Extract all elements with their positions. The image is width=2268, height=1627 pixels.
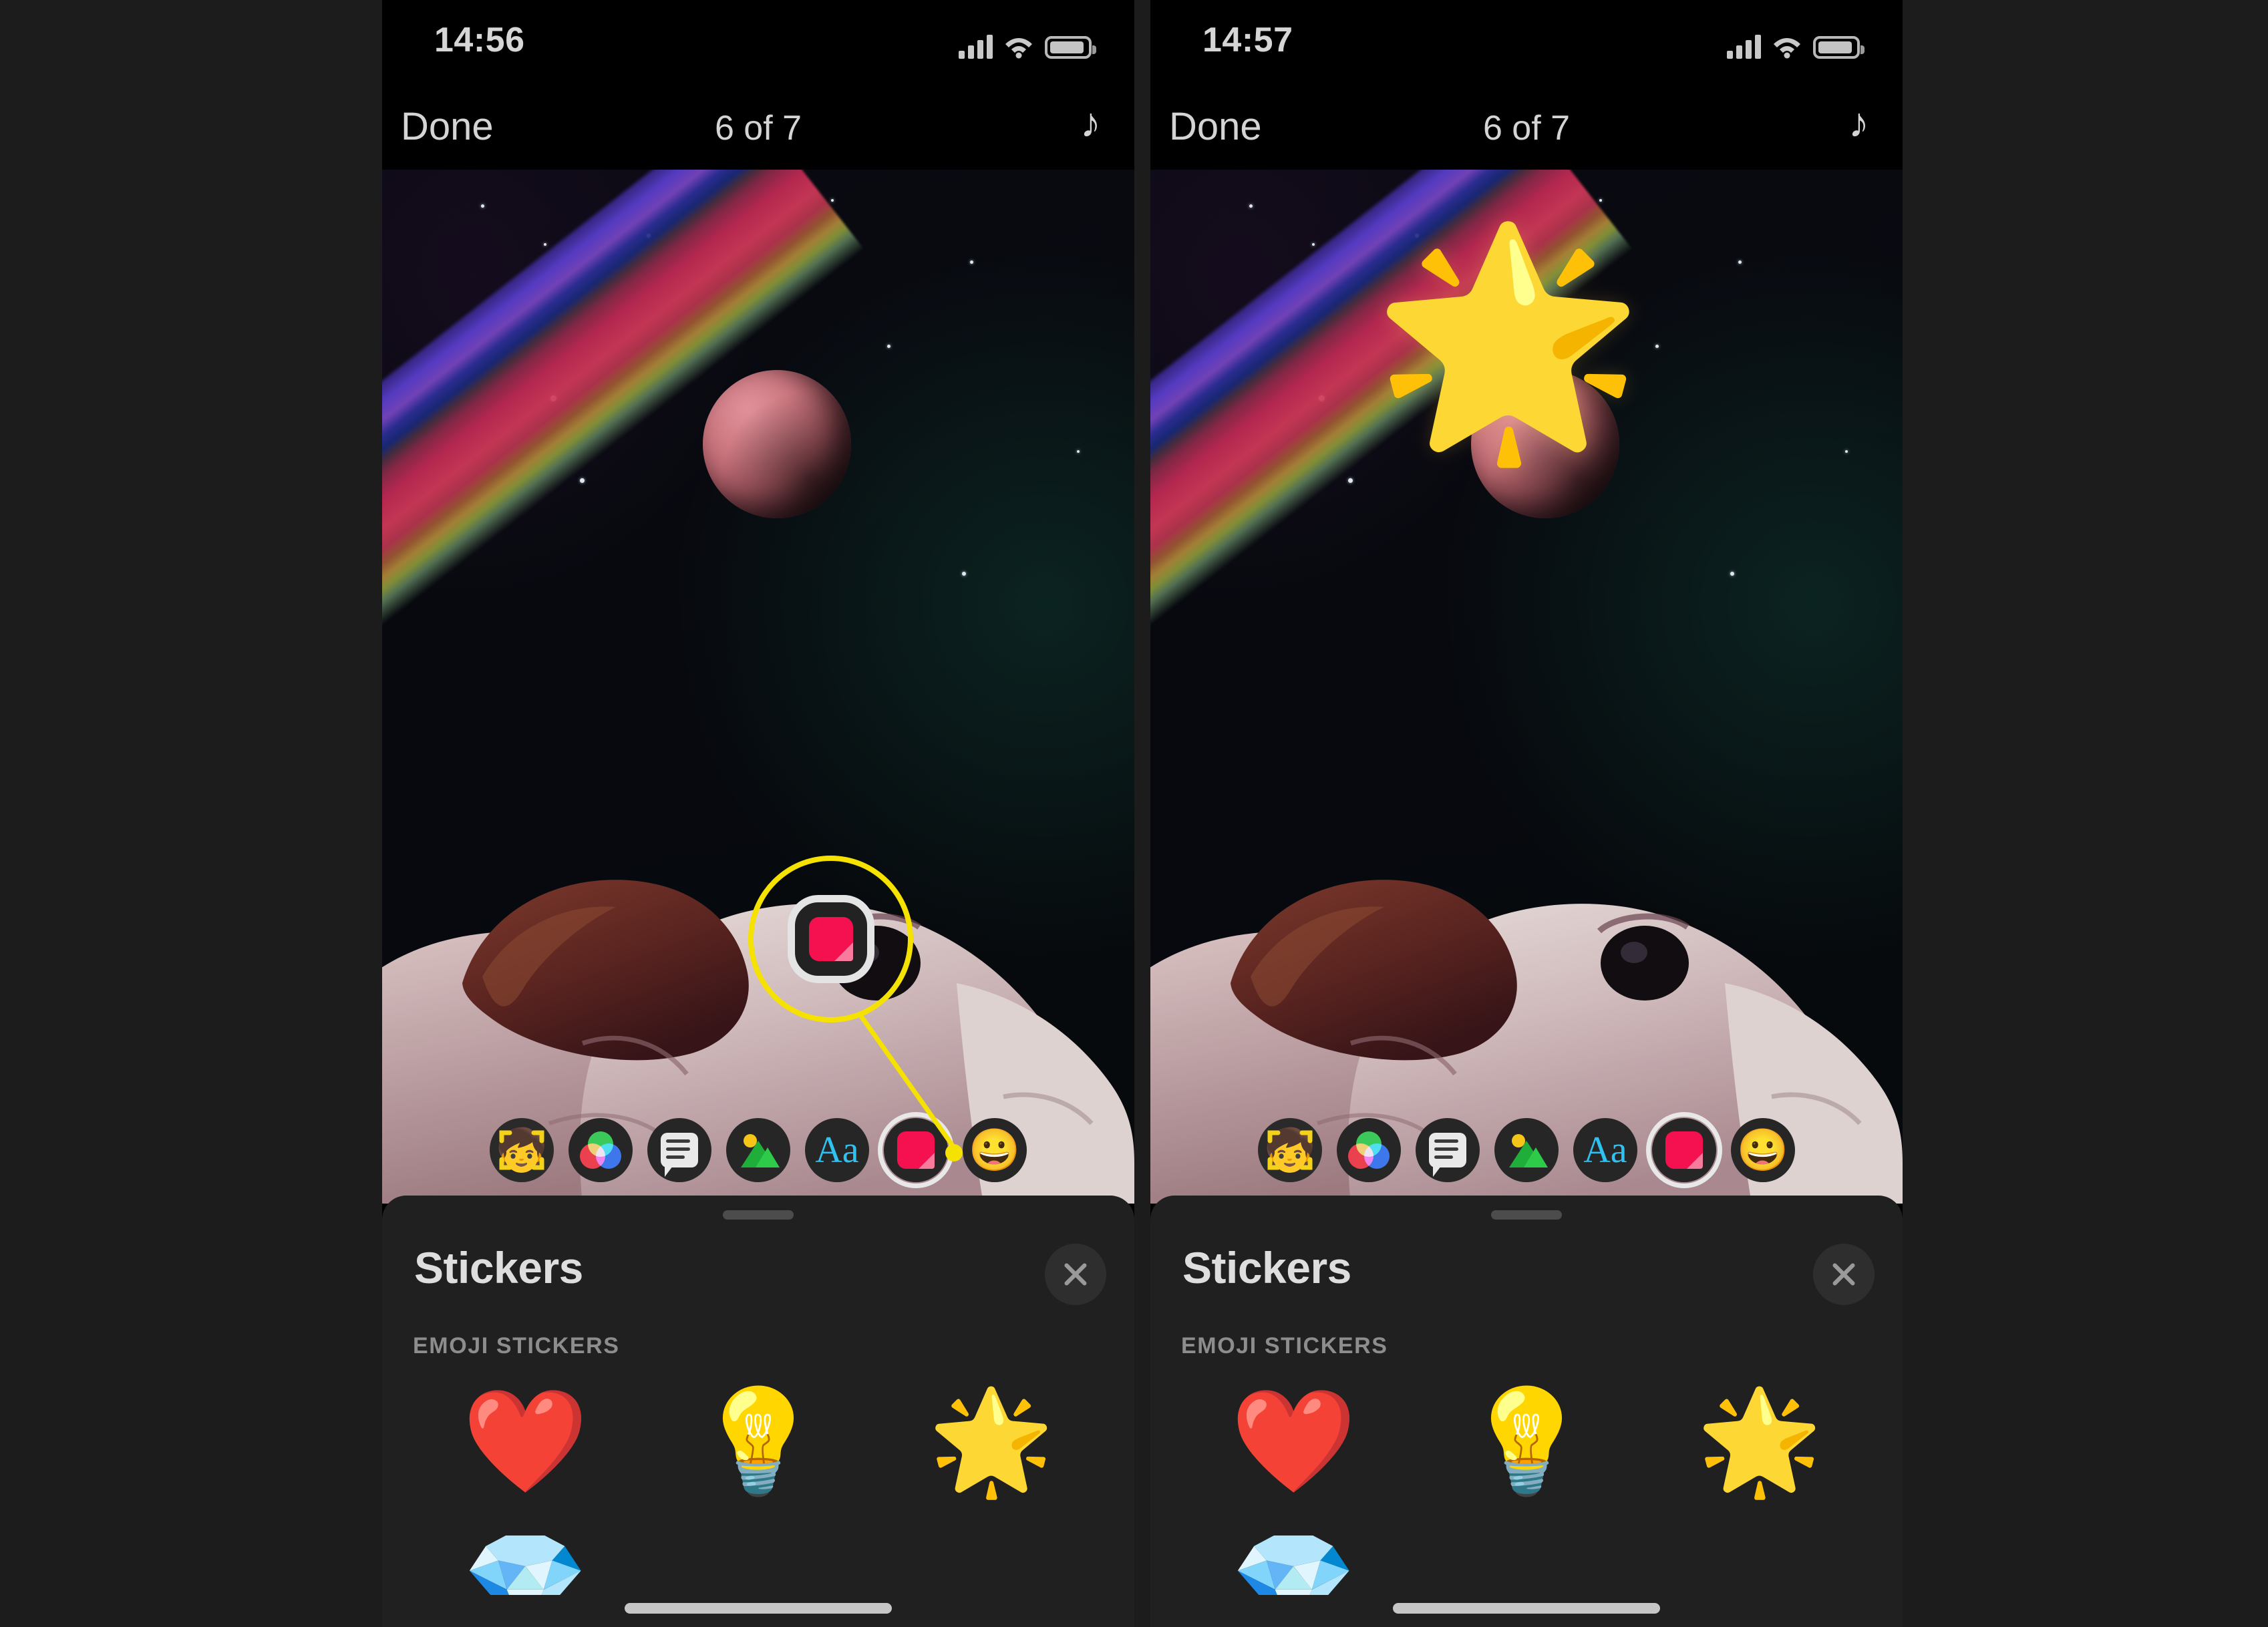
color-filters-icon	[580, 1131, 621, 1169]
nav-bar: Done 6 of 7 ♪	[1150, 85, 1903, 170]
sticker-option-star[interactable]: 🌟	[1643, 1375, 1876, 1508]
toolbar-item-emoji[interactable]: 😀	[963, 1118, 1027, 1182]
toolbar-item-stickers[interactable]	[878, 1112, 954, 1188]
photo-counter-title: 6 of 7	[1482, 109, 1571, 148]
toolbar-item-filters[interactable]	[1337, 1118, 1401, 1182]
edit-toolbar[interactable]: 🧒 Aa 😀	[382, 1112, 1134, 1188]
wifi-icon	[1774, 38, 1800, 59]
sheet-grabber[interactable]	[723, 1210, 794, 1220]
battery-icon	[1045, 36, 1096, 59]
planet	[703, 370, 851, 518]
stickers-sheet: Stickers EMOJI STICKERS ❤️ 💡 🌟 💎	[1150, 1196, 1903, 1627]
sticker-option-heart[interactable]: ❤️	[409, 1375, 642, 1508]
sticker-option-gem[interactable]: 💎	[1177, 1535, 1410, 1595]
text-aa-icon: Aa	[1583, 1129, 1627, 1171]
photo-canvas[interactable]: 🧒 Aa 😀	[382, 170, 1134, 1204]
phone-screenshot-left: 14:56 Done 6 of 7 ♪ 🧒 Aa 😀 Stickers EMOJ…	[382, 0, 1134, 1627]
home-indicator	[625, 1603, 892, 1614]
screenshot-stage: 14:56 Done 6 of 7 ♪ 🧒 Aa 😀 Stickers EMOJ…	[0, 0, 2268, 1627]
callout-anchor-dot	[945, 1144, 963, 1161]
photo-canvas[interactable]: 🌟 🧒 Aa 😀	[1150, 170, 1903, 1204]
close-icon	[1832, 1263, 1855, 1286]
close-icon	[1064, 1263, 1087, 1286]
photos-mountain-icon	[1506, 1133, 1548, 1167]
memoji-brackets-icon	[1267, 1130, 1313, 1170]
toolbar-item-text[interactable]: Aa	[1573, 1118, 1637, 1182]
music-note-icon[interactable]: ♪	[1848, 103, 1869, 144]
sheet-grabber[interactable]	[1491, 1210, 1562, 1220]
status-bar: 14:56	[382, 0, 1134, 85]
sticker-option-next-b[interactable]	[874, 1535, 1108, 1595]
home-indicator	[1393, 1603, 1660, 1614]
sticker-option-next-a[interactable]	[642, 1535, 875, 1595]
callout-sticker-badge	[788, 895, 874, 983]
toolbar-item-emoji[interactable]: 😀	[1731, 1118, 1795, 1182]
edit-toolbar[interactable]: 🧒 Aa 😀	[1150, 1112, 1903, 1188]
memoji-brackets-icon	[499, 1130, 544, 1170]
photos-mountain-icon	[738, 1133, 780, 1167]
text-aa-icon: Aa	[815, 1129, 859, 1171]
phone-screenshot-right: 14:57 Done 6 of 7 ♪ 🌟 🧒 Aa 😀 Stickers EM…	[1150, 0, 1903, 1627]
status-time: 14:57	[1202, 21, 1293, 59]
smiley-icon: 😀	[1737, 1127, 1789, 1173]
status-time: 14:56	[434, 21, 525, 59]
toolbar-item-text[interactable]: Aa	[805, 1118, 869, 1182]
close-button[interactable]	[1045, 1244, 1106, 1305]
smiley-icon: 😀	[969, 1127, 1021, 1173]
toolbar-item-text-bubble[interactable]	[1416, 1118, 1480, 1182]
sticker-option-next-b[interactable]	[1643, 1535, 1876, 1595]
cellular-signal-icon	[959, 35, 993, 59]
sheet-title: Stickers	[414, 1243, 583, 1292]
sticker-option-heart[interactable]: ❤️	[1177, 1375, 1410, 1508]
color-filters-icon	[1348, 1131, 1390, 1169]
toolbar-item-memoji[interactable]: 🧒	[1258, 1118, 1322, 1182]
close-button[interactable]	[1813, 1244, 1875, 1305]
music-note-icon[interactable]: ♪	[1080, 103, 1101, 144]
toolbar-item-photos[interactable]	[1494, 1118, 1559, 1182]
nav-bar: Done 6 of 7 ♪	[382, 85, 1134, 170]
battery-icon	[1813, 36, 1865, 59]
sticker-grid: ❤️ 💡 🌟 💎	[1150, 1375, 1903, 1595]
sticker-icon	[897, 1131, 935, 1169]
sticker-icon	[809, 917, 853, 961]
chat-bubble-icon	[1429, 1133, 1466, 1177]
sticker-option-bulb[interactable]: 💡	[642, 1375, 875, 1508]
status-bar: 14:57	[1150, 0, 1903, 85]
toolbar-item-memoji[interactable]: 🧒	[490, 1118, 554, 1182]
sheet-title: Stickers	[1182, 1243, 1351, 1292]
sticker-grid: ❤️ 💡 🌟 💎	[382, 1375, 1134, 1595]
sticker-option-next-a[interactable]	[1410, 1535, 1643, 1595]
toolbar-item-stickers[interactable]	[1646, 1112, 1722, 1188]
wifi-icon	[1005, 38, 1032, 59]
emoji-stickers-label: EMOJI STICKERS	[1181, 1333, 1388, 1359]
sticker-icon	[1665, 1131, 1703, 1169]
toolbar-item-text-bubble[interactable]	[647, 1118, 711, 1182]
sticker-option-gem[interactable]: 💎	[409, 1535, 642, 1595]
status-icons	[959, 27, 1096, 59]
photo-counter-title: 6 of 7	[714, 109, 802, 148]
sticker-option-bulb[interactable]: 💡	[1410, 1375, 1643, 1508]
cellular-signal-icon	[1727, 35, 1761, 59]
stickers-sheet: Stickers EMOJI STICKERS ❤️ 💡 🌟 💎	[382, 1196, 1134, 1627]
chat-bubble-icon	[661, 1133, 698, 1177]
sticker-option-star[interactable]: 🌟	[874, 1375, 1108, 1508]
emoji-stickers-label: EMOJI STICKERS	[413, 1333, 620, 1359]
applied-sticker-star[interactable]: 🌟	[1371, 230, 1645, 450]
toolbar-item-photos[interactable]	[726, 1118, 790, 1182]
status-icons	[1727, 27, 1865, 59]
toolbar-item-filters[interactable]	[569, 1118, 633, 1182]
